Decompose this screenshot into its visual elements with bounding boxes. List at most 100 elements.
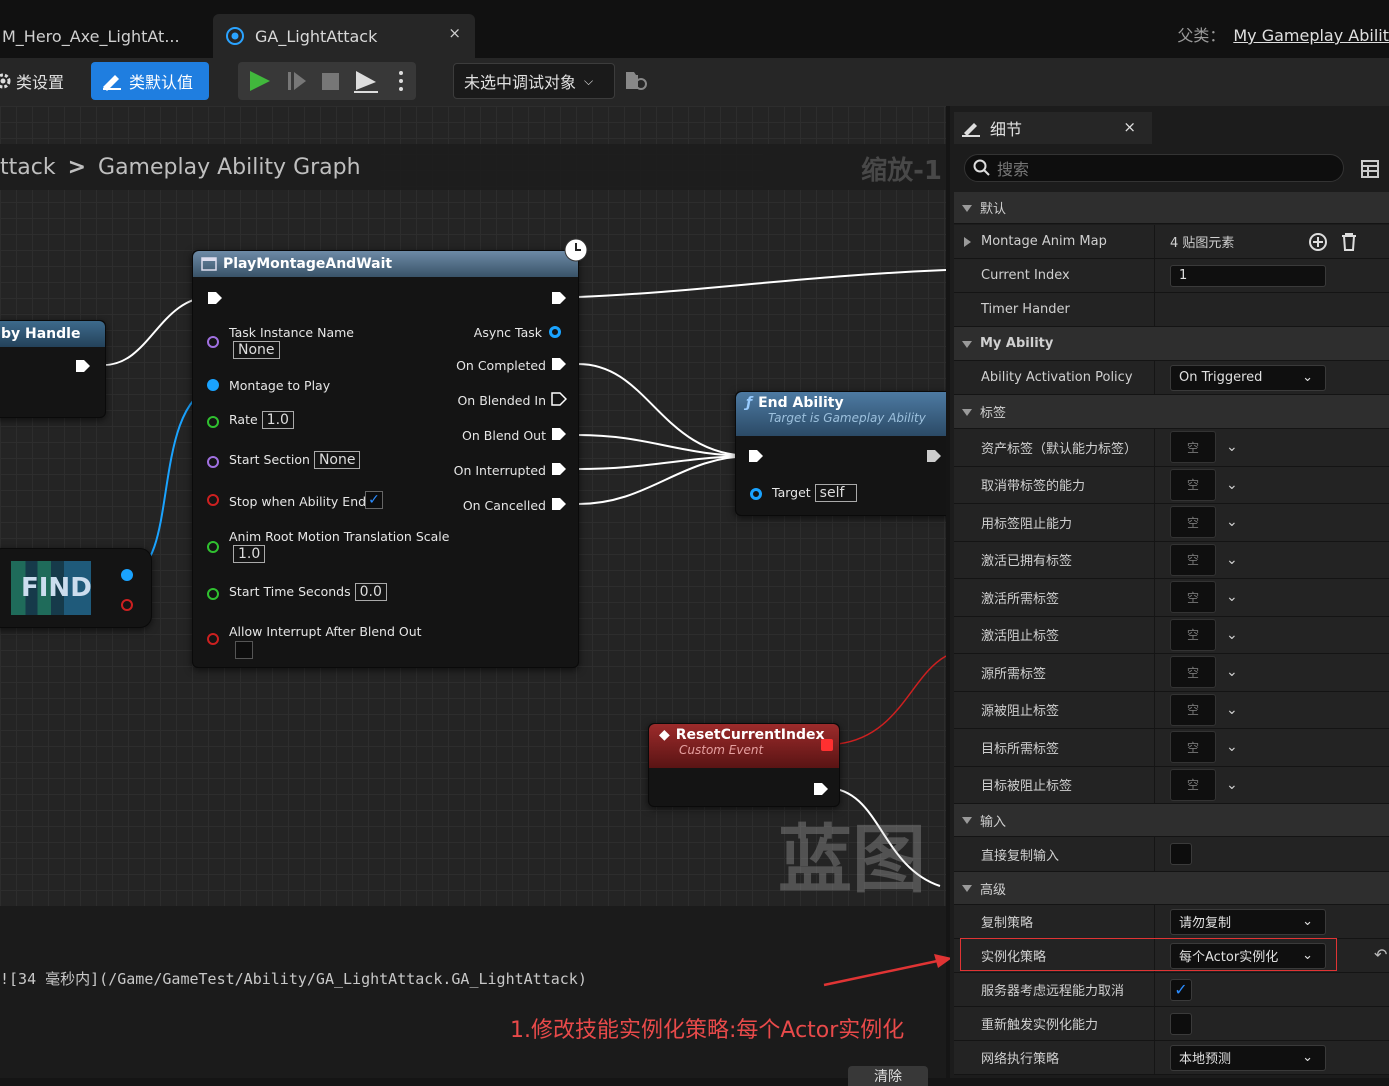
direct-input-checkbox[interactable] [1170,843,1192,865]
table-view-icon[interactable] [1361,160,1379,178]
start-section-field[interactable]: None [313,451,361,469]
stop-when-ends-pin[interactable] [207,494,219,506]
highlight-box [960,938,1337,971]
tag-container-field[interactable]: 空 [1170,468,1216,501]
class-defaults-label: 类默认值 [129,73,194,92]
tag-container-field[interactable]: 空 [1170,731,1216,764]
exec-out-pin[interactable] [926,449,942,463]
chevron-down-icon[interactable]: ⌄ [1226,777,1238,793]
task-instance-name-pin[interactable] [207,336,219,348]
chevron-down-icon[interactable]: ⌄ [1226,552,1238,568]
start-section-pin[interactable] [207,456,219,468]
category-input[interactable]: 输入 [954,804,1389,837]
category-advanced[interactable]: 高级 [954,872,1389,905]
anim-root-motion-pin[interactable] [207,541,219,553]
debug-filter-icon[interactable] [624,70,648,92]
clear-log-button[interactable]: 清除 [848,1066,928,1086]
tag-container-field[interactable]: 空 [1170,543,1216,576]
replication-policy-dropdown[interactable]: 请勿复制 ⌄ [1170,908,1326,935]
chevron-down-icon[interactable]: ⌄ [1226,439,1238,455]
play-icon[interactable] [250,71,270,91]
chevron-down-icon[interactable]: ⌄ [1226,664,1238,680]
prop-tag-row: 取消带标签的能力 空 ⌄ [954,466,1389,504]
on-blend-out-pin[interactable] [551,427,567,441]
details-search[interactable]: 搜索 [964,154,1344,182]
graph-editor[interactable]: ttack > Gameplay Ability Graph 缩放-1 by H… [0,106,946,906]
anim-root-motion-field[interactable]: 1.0 [233,545,266,563]
chevron-down-icon[interactable]: ⌄ [1226,514,1238,530]
close-details-icon[interactable]: × [1123,118,1136,136]
tag-container-field[interactable]: 空 [1170,581,1216,614]
chevron-down-icon[interactable]: ⌄ [1226,739,1238,755]
parent-class-link[interactable]: My Gameplay Abilit [1233,26,1389,45]
class-defaults-button[interactable]: 类默认值 [91,62,209,100]
reset-to-default-icon[interactable]: ↶ [1374,945,1387,964]
chevron-down-icon[interactable]: ⌄ [1226,702,1238,718]
stop-when-ends-checkbox[interactable]: ✓ [365,491,383,509]
exec-out-pin[interactable] [551,291,567,305]
node-end-ability[interactable]: ƒ End Ability Target is Gameplay Ability … [735,391,946,516]
montage-to-play-pin[interactable] [207,379,219,391]
on-blended-in-pin[interactable] [551,392,567,406]
chevron-down-icon: ⌄ [1302,1050,1313,1065]
details-tab[interactable]: 细节 × [954,112,1152,144]
category-tags[interactable]: 标签 [954,395,1389,429]
category-my-ability[interactable]: My Ability [954,327,1389,361]
tag-container-field[interactable]: 空 [1170,768,1216,801]
class-settings-button[interactable]: 类设置 [0,62,82,100]
stop-icon[interactable] [322,73,339,90]
find-out-object-pin[interactable] [121,569,133,581]
on-interrupted-pin[interactable] [551,462,567,476]
tab-montage[interactable]: M_Hero_Axe_LightAt... [0,14,205,58]
close-tab-icon[interactable]: × [448,24,461,42]
chevron-down-icon[interactable]: ⌄ [1226,627,1238,643]
current-index-input[interactable]: 1 [1170,264,1326,287]
exec-in-pin[interactable] [207,291,223,305]
activation-policy-dropdown[interactable]: On Triggered ⌄ [1170,364,1326,391]
start-time-field[interactable]: 0.0 [354,583,387,601]
rate-pin[interactable] [207,416,219,428]
target-pin[interactable] [750,488,762,500]
async-task-pin[interactable] [549,326,561,338]
node-by-handle[interactable]: by Handle [0,320,106,418]
resume-icon[interactable] [288,72,306,90]
prop-current-index: Current Index 1 [954,259,1389,293]
add-element-icon[interactable] [1308,232,1328,252]
debug-object-select[interactable]: 未选中调试对象 ⌵ [453,63,615,99]
allow-interrupt-checkbox[interactable] [235,641,253,659]
tag-container-field[interactable]: 空 [1170,693,1216,726]
tag-container-field[interactable]: 空 [1170,431,1216,464]
expand-icon[interactable] [964,236,971,247]
search-icon [973,159,990,176]
eject-icon[interactable] [354,71,378,93]
tag-container-field[interactable]: 空 [1170,618,1216,651]
target-field[interactable]: self [814,484,857,502]
retrigger-checkbox[interactable] [1170,1012,1192,1035]
delegate-pin[interactable] [821,739,833,751]
node-reset-current-index[interactable]: ◆ ResetCurrentIndex Custom Event [648,723,840,807]
server-respects-cancel-checkbox[interactable]: ✓ [1170,978,1192,1001]
start-time-pin[interactable] [207,588,219,600]
annotation-text: 1.修改技能实例化策略:每个Actor实例化 [510,1018,905,1043]
node-find[interactable]: FIND [0,548,152,628]
chevron-down-icon[interactable]: ⌄ [1226,477,1238,493]
chevron-down-icon[interactable]: ⌄ [1226,589,1238,605]
tag-container-field[interactable]: 空 [1170,656,1216,689]
find-out-bool-pin[interactable] [121,599,133,611]
allow-interrupt-pin[interactable] [207,633,219,645]
tag-container-field[interactable]: 空 [1170,506,1216,539]
exec-out-pin[interactable] [75,359,91,373]
exec-in-pin[interactable] [748,449,764,463]
node-play-montage[interactable]: PlayMontageAndWait Task Instance Name No… [192,238,588,668]
more-options-icon[interactable] [399,71,403,91]
net-execution-dropdown[interactable]: 本地预测 ⌄ [1170,1044,1326,1071]
rate-field[interactable]: 1.0 [261,411,294,429]
exec-out-pin[interactable] [813,782,829,796]
on-completed-pin[interactable] [551,357,567,371]
task-instance-name-field[interactable]: None [233,341,280,359]
breadcrumb-parent[interactable]: ttack [0,155,56,180]
category-default[interactable]: 默认 [954,192,1389,224]
trash-icon[interactable] [1340,232,1358,252]
on-cancelled-pin[interactable] [551,497,567,511]
tab-ga-lightattack[interactable]: GA_LightAttack × [213,14,475,58]
